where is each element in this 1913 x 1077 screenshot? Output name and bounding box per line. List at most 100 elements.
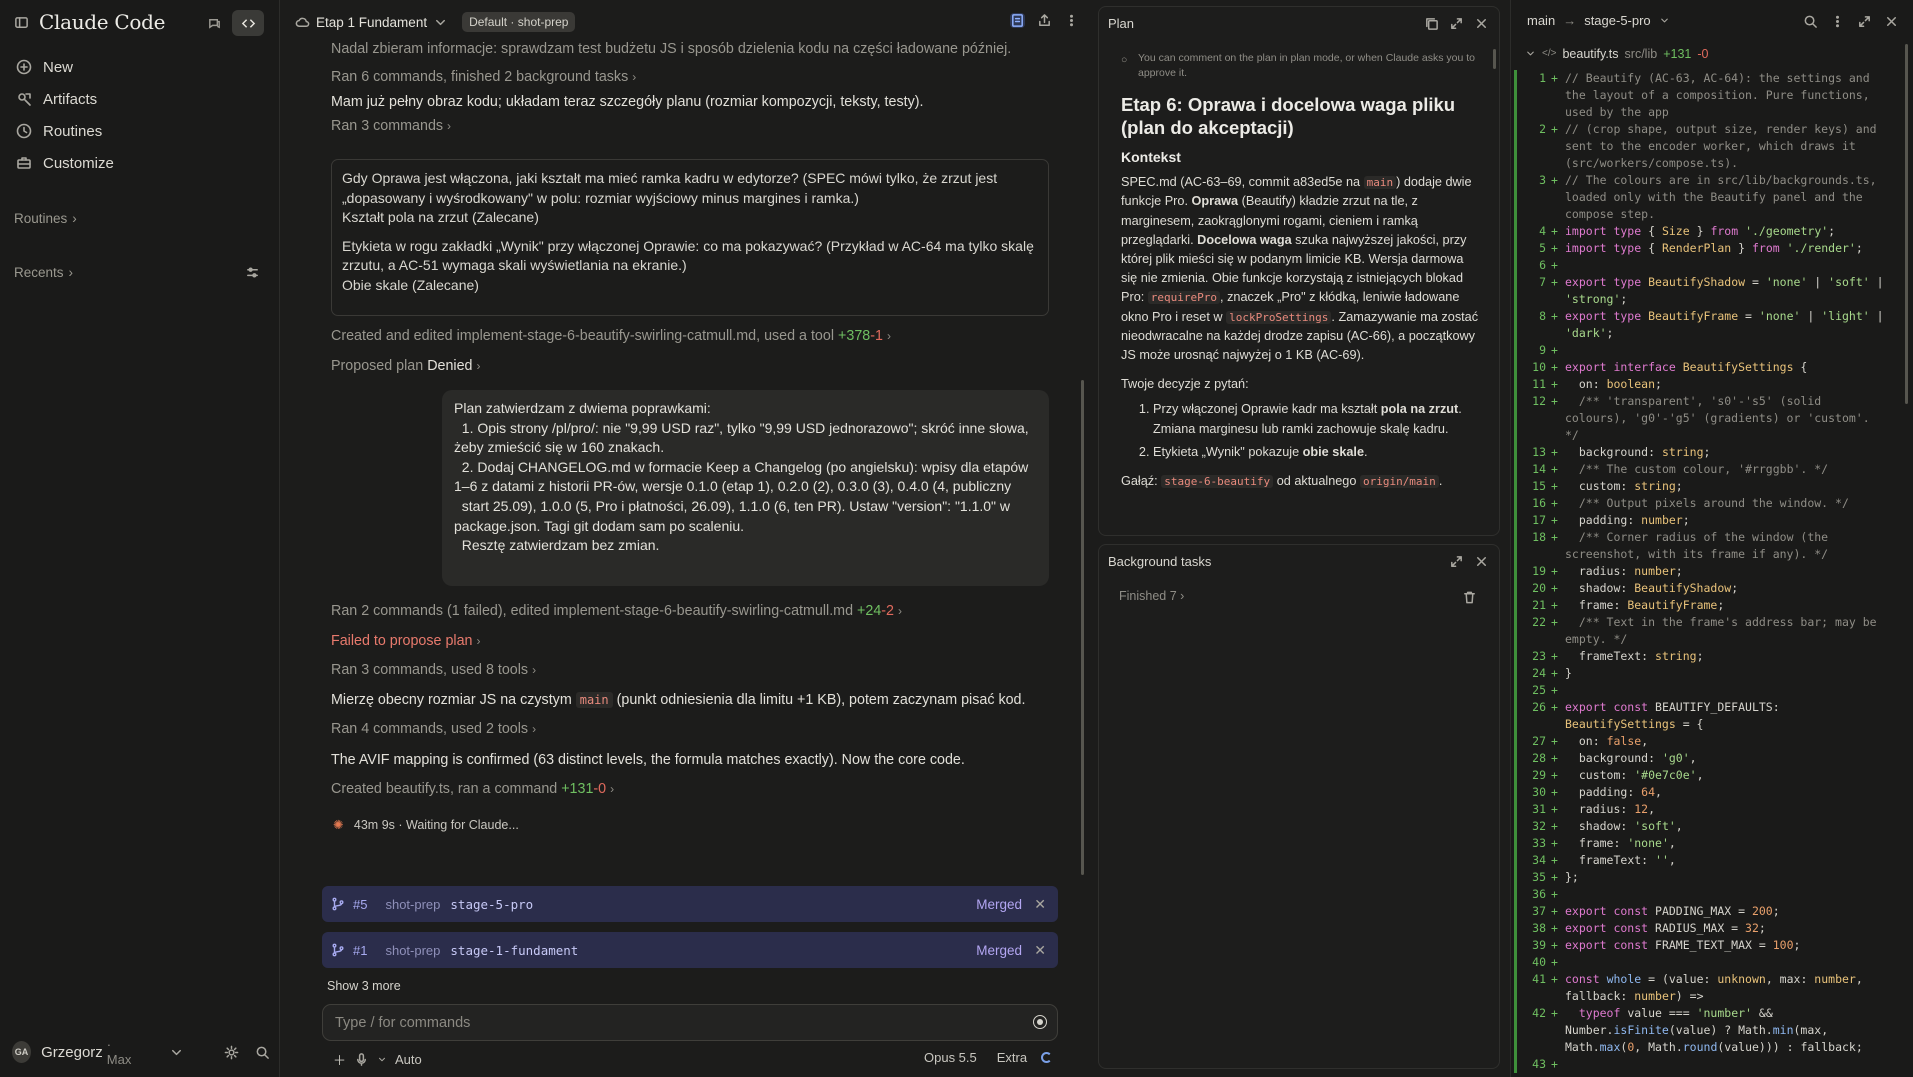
recents-section-label: Recents — [14, 265, 64, 280]
tool-summary[interactable]: Ran 2 commands (1 failed), edited implem… — [331, 602, 902, 621]
error-summary[interactable]: Failed to propose plan › — [331, 632, 480, 651]
plan-paragraph: SPEC.md (AC-63–69, commit a83ed5e na mai… — [1121, 175, 1479, 363]
plan-paragraph: Twoje decyzje z pytań: — [1121, 377, 1249, 392]
finished-tasks-toggle[interactable]: Finished 7 › — [1119, 589, 1184, 603]
effort-selector[interactable]: Extra — [997, 1050, 1027, 1065]
background-tasks-panel: Background tasks Finished 7 › — [1098, 544, 1500, 1069]
close-icon[interactable] — [1474, 554, 1489, 569]
nav-item-label: Routines — [43, 122, 103, 140]
chevron-right-icon: › — [72, 211, 77, 226]
plan-status[interactable]: Proposed plan Denied › — [331, 357, 481, 376]
expand-icon[interactable] — [1449, 554, 1464, 569]
chevron-right-icon: › — [532, 722, 537, 736]
diff-pane: main → stage-5-pro </> beautify.ts src/l… — [1510, 0, 1913, 1077]
inline-code: main — [575, 692, 613, 708]
search-icon[interactable] — [255, 1045, 270, 1060]
expand-icon[interactable] — [1857, 14, 1872, 29]
nav-item-artifacts[interactable]: Artifacts — [12, 83, 270, 115]
mode-toggle[interactable] — [198, 10, 264, 36]
assistant-text: Nadal zbieram informacje: sprawdzam test… — [331, 41, 1012, 57]
plus-icon[interactable]: ＋ — [333, 1050, 346, 1069]
show-more-link[interactable]: Show 3 more — [327, 979, 401, 993]
tool-summary-text: Created beautify.ts, ran a command — [331, 781, 558, 797]
question-1: Gdy Oprawa jest włączona, jaki kształt m… — [342, 170, 998, 206]
chat-header-actions — [1010, 13, 1079, 28]
pr-number: #1 — [353, 942, 368, 958]
plan-status-value: Denied — [427, 358, 473, 374]
trash-icon[interactable] — [1462, 590, 1477, 605]
share-icon[interactable] — [1037, 13, 1052, 28]
microphone-icon[interactable] — [354, 1052, 369, 1067]
chevron-down-icon[interactable] — [377, 1052, 387, 1067]
close-icon[interactable]: ✕ — [1034, 942, 1046, 959]
lines-added: +131 — [561, 781, 594, 797]
tool-summary-text: Created and edited implement-stage-6-bea… — [331, 328, 835, 344]
sidebar-toggle-icon[interactable] — [14, 15, 29, 30]
diff-file-path: src/lib — [1624, 46, 1658, 61]
nav-item-new[interactable]: New — [12, 51, 270, 83]
answer-2: Obie skale (Zalecane) — [342, 276, 479, 293]
plan-hint: ○ You can comment on the plan in plan mod… — [1121, 51, 1481, 81]
list-item: Etykieta „Wynik" pokazuje obie skale. — [1153, 443, 1483, 462]
answer-1: Kształt pola na zrzut (Zalecane) — [342, 209, 539, 225]
background-tasks-title: Background tasks — [1108, 553, 1212, 569]
routines-section[interactable]: Routines › — [14, 211, 77, 226]
settings-icon[interactable] — [224, 1045, 239, 1060]
pr-branch: stage-1-fundament — [450, 942, 579, 958]
prompt-input[interactable]: Type / for commands — [322, 1004, 1058, 1041]
plan-status-label: Proposed plan — [331, 358, 424, 374]
tool-summary[interactable]: Ran 4 commands, used 2 tools › — [331, 720, 536, 739]
chat-scrollbar[interactable] — [1081, 380, 1084, 875]
more-icon[interactable] — [1064, 13, 1079, 28]
close-icon[interactable] — [1474, 16, 1489, 31]
record-icon[interactable] — [1033, 1015, 1047, 1029]
tool-summary[interactable]: Ran 6 commands, finished 2 background ta… — [331, 68, 636, 87]
tool-summary[interactable]: Created and edited implement-stage-6-bea… — [331, 327, 891, 346]
user-menu[interactable]: GA Grzegorz · Max — [12, 1037, 270, 1067]
model-selector[interactable]: Opus 5.5 — [924, 1050, 977, 1065]
plan-content: Etap 6: Oprawa i docelowa waga pliku (pl… — [1121, 93, 1483, 491]
chat-mode-icon[interactable] — [198, 10, 230, 36]
environment-badge[interactable]: Default · shot-prep — [462, 12, 576, 32]
code-mode-icon[interactable] — [232, 10, 264, 36]
chevron-down-icon[interactable] — [169, 1045, 184, 1060]
tool-summary[interactable]: Ran 3 commands, used 8 tools › — [331, 661, 536, 680]
diff-file-name: beautify.ts — [1562, 46, 1619, 61]
plan-heading: Etap 6: Oprawa i docelowa waga pliku (pl… — [1121, 94, 1456, 138]
briefcase-icon — [16, 155, 32, 171]
diff-scrollbar[interactable] — [1905, 44, 1908, 404]
chevron-down-icon — [1525, 46, 1536, 61]
nav-item-customize[interactable]: Customize — [12, 147, 270, 179]
loading-spinner-icon — [1041, 1052, 1053, 1063]
plan-view-icon[interactable] — [1010, 13, 1025, 28]
code-file-icon: </> — [1542, 48, 1557, 59]
chevron-right-icon: › — [632, 70, 637, 84]
nav-item-label: New — [43, 58, 74, 76]
recents-section[interactable]: Recents › — [14, 265, 260, 280]
tool-summary[interactable]: Created beautify.ts, ran a command +131-… — [331, 780, 614, 799]
arrow-right-icon: → — [1563, 13, 1577, 28]
session-title[interactable]: Etap 1 Fundament — [295, 15, 448, 30]
permission-mode[interactable]: Auto — [395, 1052, 422, 1067]
close-icon[interactable]: ✕ — [1034, 896, 1046, 913]
close-icon[interactable] — [1884, 14, 1899, 29]
copy-icon[interactable] — [1424, 16, 1439, 31]
tool-summary[interactable]: Ran 3 commands › — [331, 117, 451, 136]
pr-branch: stage-5-pro — [450, 896, 534, 912]
assistant-text: Mam już pełny obraz kodu; układam teraz … — [331, 94, 924, 110]
pull-request-card[interactable]: #5 shot-prep stage-5-pro Merged ✕ — [322, 886, 1058, 922]
pull-request-card[interactable]: #1 shot-prep stage-1-fundament Merged ✕ — [322, 932, 1058, 968]
lines-removed: -0 — [593, 781, 607, 797]
search-icon[interactable] — [1803, 14, 1818, 29]
expand-icon[interactable] — [1449, 16, 1464, 31]
diff-branch-header[interactable]: main → stage-5-pro — [1527, 13, 1670, 28]
more-icon[interactable] — [1830, 14, 1845, 29]
pr-state: Merged — [976, 942, 1022, 958]
plan-scrollbar[interactable] — [1493, 49, 1496, 69]
filter-icon[interactable] — [245, 265, 260, 280]
assistant-text: Mierzę obecny rozmiar JS na czystym main… — [331, 691, 1025, 710]
nav-item-routines[interactable]: Routines — [12, 115, 270, 147]
plan-hint-text: You can comment on the plan in plan mode… — [1138, 52, 1475, 79]
git-branch-icon — [331, 943, 345, 957]
diff-file-header[interactable]: </> beautify.ts src/lib +131 -0 — [1525, 46, 1708, 61]
